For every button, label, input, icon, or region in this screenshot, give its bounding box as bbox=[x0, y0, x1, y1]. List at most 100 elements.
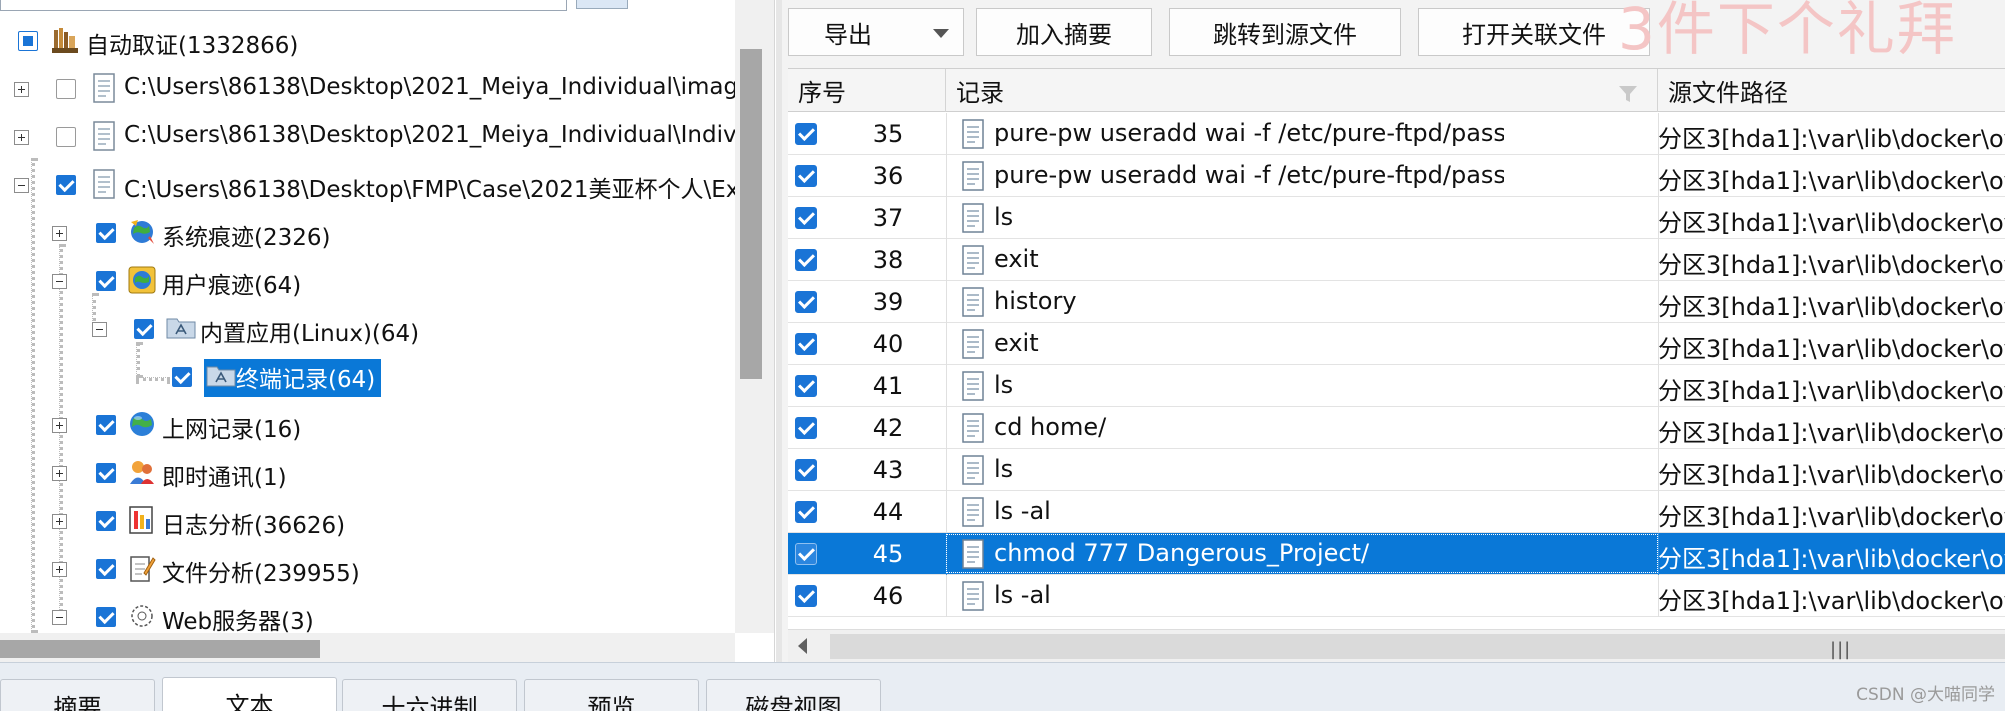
tree-node-image-path-1[interactable]: C:\Users\86138\Desktop\2021_Meiya_Indivi… bbox=[0, 66, 764, 112]
column-divider bbox=[946, 113, 947, 155]
expand-toggle[interactable] bbox=[52, 226, 67, 241]
column-divider bbox=[946, 155, 947, 197]
expand-toggle[interactable] bbox=[52, 514, 67, 529]
export-dropdown-button[interactable]: 导出 bbox=[788, 8, 964, 56]
tree-node-system-traces[interactable]: 系统痕迹(2326) bbox=[0, 210, 740, 256]
tree-node-checkbox[interactable] bbox=[96, 463, 116, 483]
expand-toggle[interactable] bbox=[52, 418, 67, 433]
table-row[interactable]: 45 chmod 777 Dangerous_Project/分区3[hda1]:… bbox=[788, 533, 2005, 575]
tree-node-label: C:\Users\86138\Desktop\2021_Meiya_Indivi… bbox=[124, 74, 764, 100]
tree-node-checkbox[interactable] bbox=[96, 511, 116, 531]
document-icon bbox=[962, 245, 984, 275]
tree-node-checkbox[interactable] bbox=[96, 415, 116, 435]
collapse-toggle[interactable] bbox=[52, 610, 67, 625]
tree-node-label: C:\Users\86138\Desktop\FMP\Case\2021美亚杯个… bbox=[124, 177, 740, 203]
tree-horizontal-scroll-thumb[interactable] bbox=[0, 640, 320, 658]
expand-toggle[interactable] bbox=[14, 130, 29, 145]
row-checkbox[interactable] bbox=[795, 459, 817, 481]
document-icon bbox=[962, 497, 984, 527]
column-header-record[interactable]: 记录 bbox=[946, 69, 1658, 112]
tree-node-checkbox[interactable] bbox=[172, 367, 192, 387]
tree-vertical-scroll-thumb[interactable] bbox=[740, 49, 762, 379]
tree-node-checkbox[interactable] bbox=[56, 127, 76, 147]
tree-node-checkbox[interactable] bbox=[56, 175, 76, 195]
row-checkbox[interactable] bbox=[795, 501, 817, 523]
tree-node-web-history[interactable]: 上网记录(16) bbox=[0, 402, 740, 448]
collapse-toggle[interactable] bbox=[14, 178, 29, 193]
table-row[interactable]: 35 pure-pw useradd wai -f /etc/pure-ftpd/… bbox=[788, 113, 2005, 155]
bottom-tab[interactable]: 磁盘视图 bbox=[706, 679, 881, 711]
row-source-path: 分区3[hda1]:\var\lib\docker\over bbox=[1658, 293, 2005, 321]
tree-node-checkbox[interactable] bbox=[134, 319, 154, 339]
row-source-path: 分区3[hda1]:\var\lib\docker\over bbox=[1658, 167, 2005, 195]
row-source-path: 分区3[hda1]:\var\lib\docker\over bbox=[1658, 209, 2005, 237]
grid-horizontal-scrollbar[interactable]: ||| bbox=[788, 629, 2005, 662]
tree-node-checkbox[interactable] bbox=[96, 223, 116, 243]
bottom-tab[interactable]: 文本 bbox=[162, 677, 337, 711]
table-row[interactable]: 44 ls -al 分区3[hda1]:\var\lib\docker\over bbox=[788, 491, 2005, 533]
tree-search-input[interactable] bbox=[0, 0, 567, 11]
row-source-path: 分区3[hda1]:\var\lib\docker\over bbox=[1658, 545, 2005, 573]
tree-node-label: Web服务器(3) bbox=[162, 609, 314, 635]
bottom-tab[interactable]: 十六进制 bbox=[342, 679, 517, 711]
tree-node-checkbox[interactable] bbox=[96, 271, 116, 291]
column-header-source-path[interactable]: 源文件路径 bbox=[1658, 69, 2005, 112]
open-related-file-button[interactable]: 打开关联文件 bbox=[1418, 8, 1650, 56]
row-index: 40 bbox=[872, 330, 904, 358]
table-row[interactable]: 36 pure-pw useradd wai -f /etc/pure-ftpd/… bbox=[788, 155, 2005, 197]
row-checkbox[interactable] bbox=[795, 249, 817, 271]
tree-node-builtin-apps-linux[interactable]: 内置应用(Linux)(64) bbox=[0, 306, 740, 352]
row-checkbox[interactable] bbox=[795, 291, 817, 313]
tree-node-case-path[interactable]: C:\Users\86138\Desktop\FMP\Case\2021美亚杯个… bbox=[0, 162, 740, 208]
row-checkbox[interactable] bbox=[795, 417, 817, 439]
expand-toggle[interactable] bbox=[52, 562, 67, 577]
column-header-index[interactable]: 序号 bbox=[788, 69, 946, 112]
tree-node-checkbox[interactable] bbox=[96, 607, 116, 627]
goto-source-file-button[interactable]: 跳转到源文件 bbox=[1169, 8, 1401, 56]
grid-horizontal-scroll-thumb[interactable]: ||| bbox=[830, 634, 2005, 660]
row-checkbox[interactable] bbox=[795, 543, 817, 565]
expand-toggle[interactable] bbox=[52, 466, 67, 481]
collapse-toggle[interactable] bbox=[92, 322, 107, 337]
tree-node-terminal-records[interactable]: 终端记录(64) bbox=[0, 354, 740, 400]
row-checkbox[interactable] bbox=[795, 207, 817, 229]
tree-search-button[interactable] bbox=[576, 0, 628, 9]
row-checkbox[interactable] bbox=[795, 333, 817, 355]
tree-node-file-analysis[interactable]: 文件分析(239955) bbox=[0, 546, 740, 592]
row-record-text: ls -al bbox=[994, 497, 1051, 525]
scroll-left-arrow-icon[interactable] bbox=[798, 638, 807, 654]
tree-node-checkbox[interactable] bbox=[96, 559, 116, 579]
overlay-annotation-text: 3件下个礼拜 bbox=[1618, 0, 1957, 63]
user-globe-icon bbox=[128, 266, 156, 294]
bottom-tab[interactable]: 摘要 bbox=[0, 679, 155, 711]
table-row[interactable]: 37 ls 分区3[hda1]:\var\lib\docker\over bbox=[788, 197, 2005, 239]
table-row[interactable]: 38 exit 分区3[hda1]:\var\lib\docker\over bbox=[788, 239, 2005, 281]
collapse-toggle[interactable] bbox=[52, 274, 67, 289]
table-row[interactable]: 43 ls 分区3[hda1]:\var\lib\docker\over bbox=[788, 449, 2005, 491]
table-row[interactable]: 46 ls -al 分区3[hda1]:\var\lib\docker\over bbox=[788, 575, 2005, 617]
tree-node-user-traces[interactable]: 用户痕迹(64) bbox=[0, 258, 740, 304]
bottom-tab[interactable]: 预览 bbox=[524, 679, 699, 711]
row-source-path: 分区3[hda1]:\var\lib\docker\over bbox=[1658, 377, 2005, 405]
table-row[interactable]: 41 ls 分区3[hda1]:\var\lib\docker\over bbox=[788, 365, 2005, 407]
row-source-path: 分区3[hda1]:\var\lib\docker\over bbox=[1658, 503, 2005, 531]
table-row[interactable]: 42 cd home/分区3[hda1]:\var\lib\docker\over bbox=[788, 407, 2005, 449]
add-summary-button[interactable]: 加入摘要 bbox=[976, 8, 1152, 56]
tree-node-image-path-2[interactable]: C:\Users\86138\Desktop\2021_Meiya_Indivi… bbox=[0, 114, 758, 160]
row-checkbox[interactable] bbox=[795, 165, 817, 187]
row-checkbox[interactable] bbox=[795, 585, 817, 607]
row-checkbox[interactable] bbox=[795, 123, 817, 145]
row-index: 39 bbox=[872, 288, 904, 316]
row-source-path: 分区3[hda1]:\var\lib\docker\over bbox=[1658, 125, 2005, 153]
expand-toggle[interactable] bbox=[14, 82, 29, 97]
tree-node-instant-messaging[interactable]: 即时通讯(1) bbox=[0, 450, 740, 496]
tree-node-auto-forensics[interactable]: 自动取证(1332866) bbox=[0, 18, 740, 64]
tree-node-log-analysis[interactable]: 日志分析(36626) bbox=[0, 498, 740, 544]
row-record-text: ls bbox=[994, 371, 1014, 399]
table-row[interactable]: 40 exit 分区3[hda1]:\var\lib\docker\over bbox=[788, 323, 2005, 365]
filter-icon[interactable] bbox=[1618, 81, 1638, 102]
tree-node-checkbox[interactable] bbox=[56, 79, 76, 99]
tree-node-checkbox[interactable] bbox=[18, 31, 38, 51]
table-row[interactable]: 39 history 分区3[hda1]:\var\lib\docker\over bbox=[788, 281, 2005, 323]
row-checkbox[interactable] bbox=[795, 375, 817, 397]
